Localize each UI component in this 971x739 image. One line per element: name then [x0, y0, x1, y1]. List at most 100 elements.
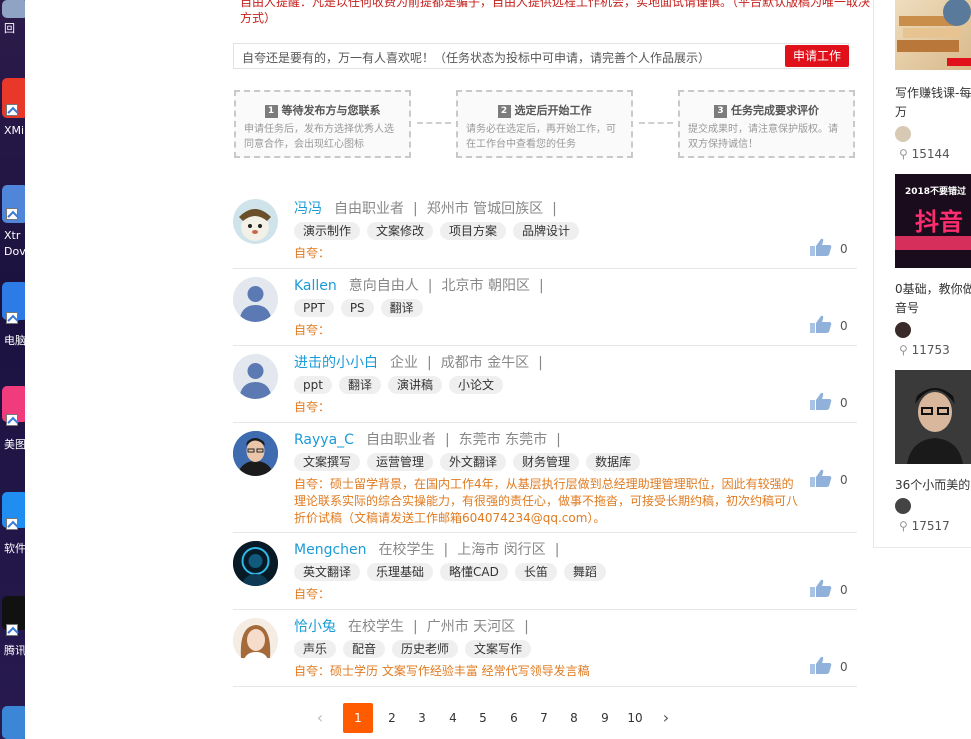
skill-tag: 英文翻译 — [294, 563, 361, 581]
next-page-button[interactable]: › — [651, 703, 681, 733]
like-count: 0 — [840, 660, 848, 674]
avatar[interactable] — [233, 541, 278, 586]
step-description: 请务必在选定后，再开始工作，可在工作台中查看您的任务 — [466, 124, 616, 150]
applicant-name[interactable]: 进击的小小白 — [294, 355, 378, 371]
course-title-wrap: 音号 — [895, 301, 920, 315]
step-title-text: 等待发布方与您联系 — [281, 104, 381, 117]
thumbs-up-icon[interactable] — [809, 578, 833, 598]
view-count: ⚲ 15144 — [899, 147, 950, 161]
shortcut-arrow-icon — [6, 624, 18, 636]
applicant-name[interactable]: Rayya_C — [294, 432, 354, 448]
course-title[interactable]: 写作赚钱课-每 — [895, 84, 971, 103]
separator: | — [427, 355, 432, 371]
applicant-row: Mengchen 在校学生 | 上海市 闵行区 | 英文翻译 乐理基础 略懂CAD 长笛 舞蹈 … — [233, 533, 857, 610]
applicant-name[interactable]: Mengchen — [294, 542, 367, 558]
page-2-button[interactable]: 2 — [377, 703, 407, 733]
skill-tags: PPT PS 翻译 — [294, 297, 430, 317]
step-title: 1 等待发布方与您联系 — [236, 102, 409, 118]
avatar[interactable] — [233, 354, 278, 399]
self-pitch-box[interactable]: 自夸还是要有的，万一有人喜欢呢！（任务状态为投标中可申请，请完善个人作品展示） … — [233, 43, 849, 69]
thumbs-up-icon[interactable] — [809, 391, 833, 411]
skill-tag: PS — [340, 299, 374, 317]
page-4-button[interactable]: 4 — [438, 703, 468, 733]
separator: | — [413, 201, 418, 217]
thumb-banner — [895, 236, 971, 250]
skill-tag: ppt — [294, 376, 332, 394]
separator: | — [444, 432, 450, 448]
skill-tag: 数据库 — [586, 453, 641, 471]
step-number: 1 — [264, 105, 278, 118]
page-10-button[interactable]: 10 — [620, 703, 650, 733]
applicant-info: 恰小兔 在校学生 | 广州市 天河区 | — [294, 616, 538, 636]
page-5-button[interactable]: 5 — [468, 703, 498, 733]
view-count-value: 11753 — [911, 343, 950, 357]
skill-tag: 文案修改 — [367, 222, 434, 240]
course-title[interactable]: 36个小而美的 — [895, 476, 971, 495]
self-intro: 自夸： — [294, 246, 331, 260]
course-thumbnail[interactable] — [895, 0, 971, 70]
step-title-text: 选定后开始工作 — [514, 104, 592, 117]
self-pitch-text: 自夸还是要有的，万一有人喜欢呢！（任务状态为投标中可申请，请完善个人作品展示） — [242, 51, 711, 65]
avatar[interactable] — [233, 431, 278, 476]
skill-tag: 略懂CAD — [440, 563, 508, 581]
thumbs-up-icon[interactable] — [809, 468, 833, 488]
page-7-button[interactable]: 7 — [529, 703, 559, 733]
course-thumbnail[interactable] — [895, 370, 971, 464]
shortcut-arrow-icon — [6, 104, 18, 116]
thumb-headline: 抖音 — [915, 208, 963, 236]
recommend-sidebar: 写作赚钱课-每 万 ⚲ 15144 2018不要错过 抖音 0基础，教你做 音号… — [873, 0, 971, 548]
view-count-value: 17517 — [911, 519, 950, 533]
avatar[interactable] — [233, 277, 278, 322]
applicant-role: 意向自由人 — [348, 278, 419, 294]
avatar[interactable] — [233, 618, 278, 663]
like-count: 0 — [840, 396, 848, 410]
apply-job-button[interactable]: 申请工作 — [785, 45, 849, 67]
separator: | — [413, 619, 418, 635]
desktop-label: Xtr — [4, 229, 21, 242]
self-intro: 自夸：硕士学历 文案写作经验丰富 经常代写领导发言稿 — [294, 664, 590, 678]
applicant-info: 进击的小小白 企业 | 成都市 金牛区 | — [294, 352, 552, 372]
recycle-bin-icon[interactable] — [2, 0, 25, 18]
avatar[interactable] — [233, 199, 278, 244]
skill-tag: 历史老师 — [392, 640, 459, 658]
applicant-name[interactable]: 冯冯 — [294, 201, 322, 217]
skill-tag: 舞蹈 — [563, 563, 606, 581]
page-3-button[interactable]: 3 — [407, 703, 437, 733]
step-number: 2 — [497, 105, 511, 118]
separator: | — [538, 355, 543, 371]
skill-tag: 配音 — [343, 640, 386, 658]
applicant-row: 进击的小小白 企业 | 成都市 金牛区 | ppt 翻译 演讲稿 小论文 自夸： 0 — [233, 346, 857, 423]
applicant-role: 企业 — [390, 355, 418, 371]
thumbs-up-icon[interactable] — [809, 314, 833, 334]
page-1-button[interactable]: 1 — [343, 703, 373, 733]
page-8-button[interactable]: 8 — [559, 703, 589, 733]
skill-tags: 演示制作 文案修改 项目方案 品牌设计 — [294, 220, 586, 240]
browser-page: 自由人提醒：凡是以任何收费为前提都是骗子，自由人提供远程工作机会，实地面试请谨慎… — [25, 0, 971, 739]
like-count: 0 — [840, 583, 848, 597]
separator: | — [556, 432, 561, 448]
applicant-row: 冯冯 自由职业者 | 郑州市 管城回族区 | 演示制作 文案修改 项目方案 品牌设计 自夸： … — [233, 192, 857, 269]
applicant-row: Kallen 意向自由人 | 北京市 朝阳区 | PPT PS 翻译 自夸： 0 — [233, 269, 857, 346]
like-count: 0 — [840, 242, 848, 256]
thumbs-up-icon[interactable] — [809, 237, 833, 257]
applicant-role: 自由职业者 — [365, 432, 436, 448]
applicant-name[interactable]: Kallen — [294, 278, 337, 294]
prev-page-button[interactable]: ‹ — [305, 703, 335, 733]
person-icon: ⚲ — [899, 147, 908, 161]
app-icon[interactable] — [2, 706, 25, 739]
step-card-3: 3 任务完成要求评价 提交成果时，请注意保护版权。请双方保持诚信！ — [678, 90, 855, 158]
pagination: ‹ 1 2 3 4 5 6 7 8 9 10 › — [25, 703, 725, 733]
self-intro: 自夸： — [294, 323, 331, 337]
page-6-button[interactable]: 6 — [499, 703, 529, 733]
course-thumbnail[interactable]: 2018不要错过 抖音 — [895, 174, 971, 268]
course-title[interactable]: 0基础，教你做 — [895, 280, 971, 299]
page-9-button[interactable]: 9 — [590, 703, 620, 733]
applicant-location: 北京市 朝阳区 — [441, 278, 530, 294]
applicant-location: 郑州市 管城回族区 — [426, 201, 544, 217]
applicant-role: 自由职业者 — [334, 201, 404, 217]
course-title-wrap: 万 — [895, 105, 908, 119]
thumbs-up-icon[interactable] — [809, 655, 833, 675]
applicant-name[interactable]: 恰小兔 — [294, 619, 336, 635]
skill-tags: 文案撰写 运营管理 外文翻译 财务管理 数据库 — [294, 451, 647, 471]
separator: | — [443, 542, 449, 558]
